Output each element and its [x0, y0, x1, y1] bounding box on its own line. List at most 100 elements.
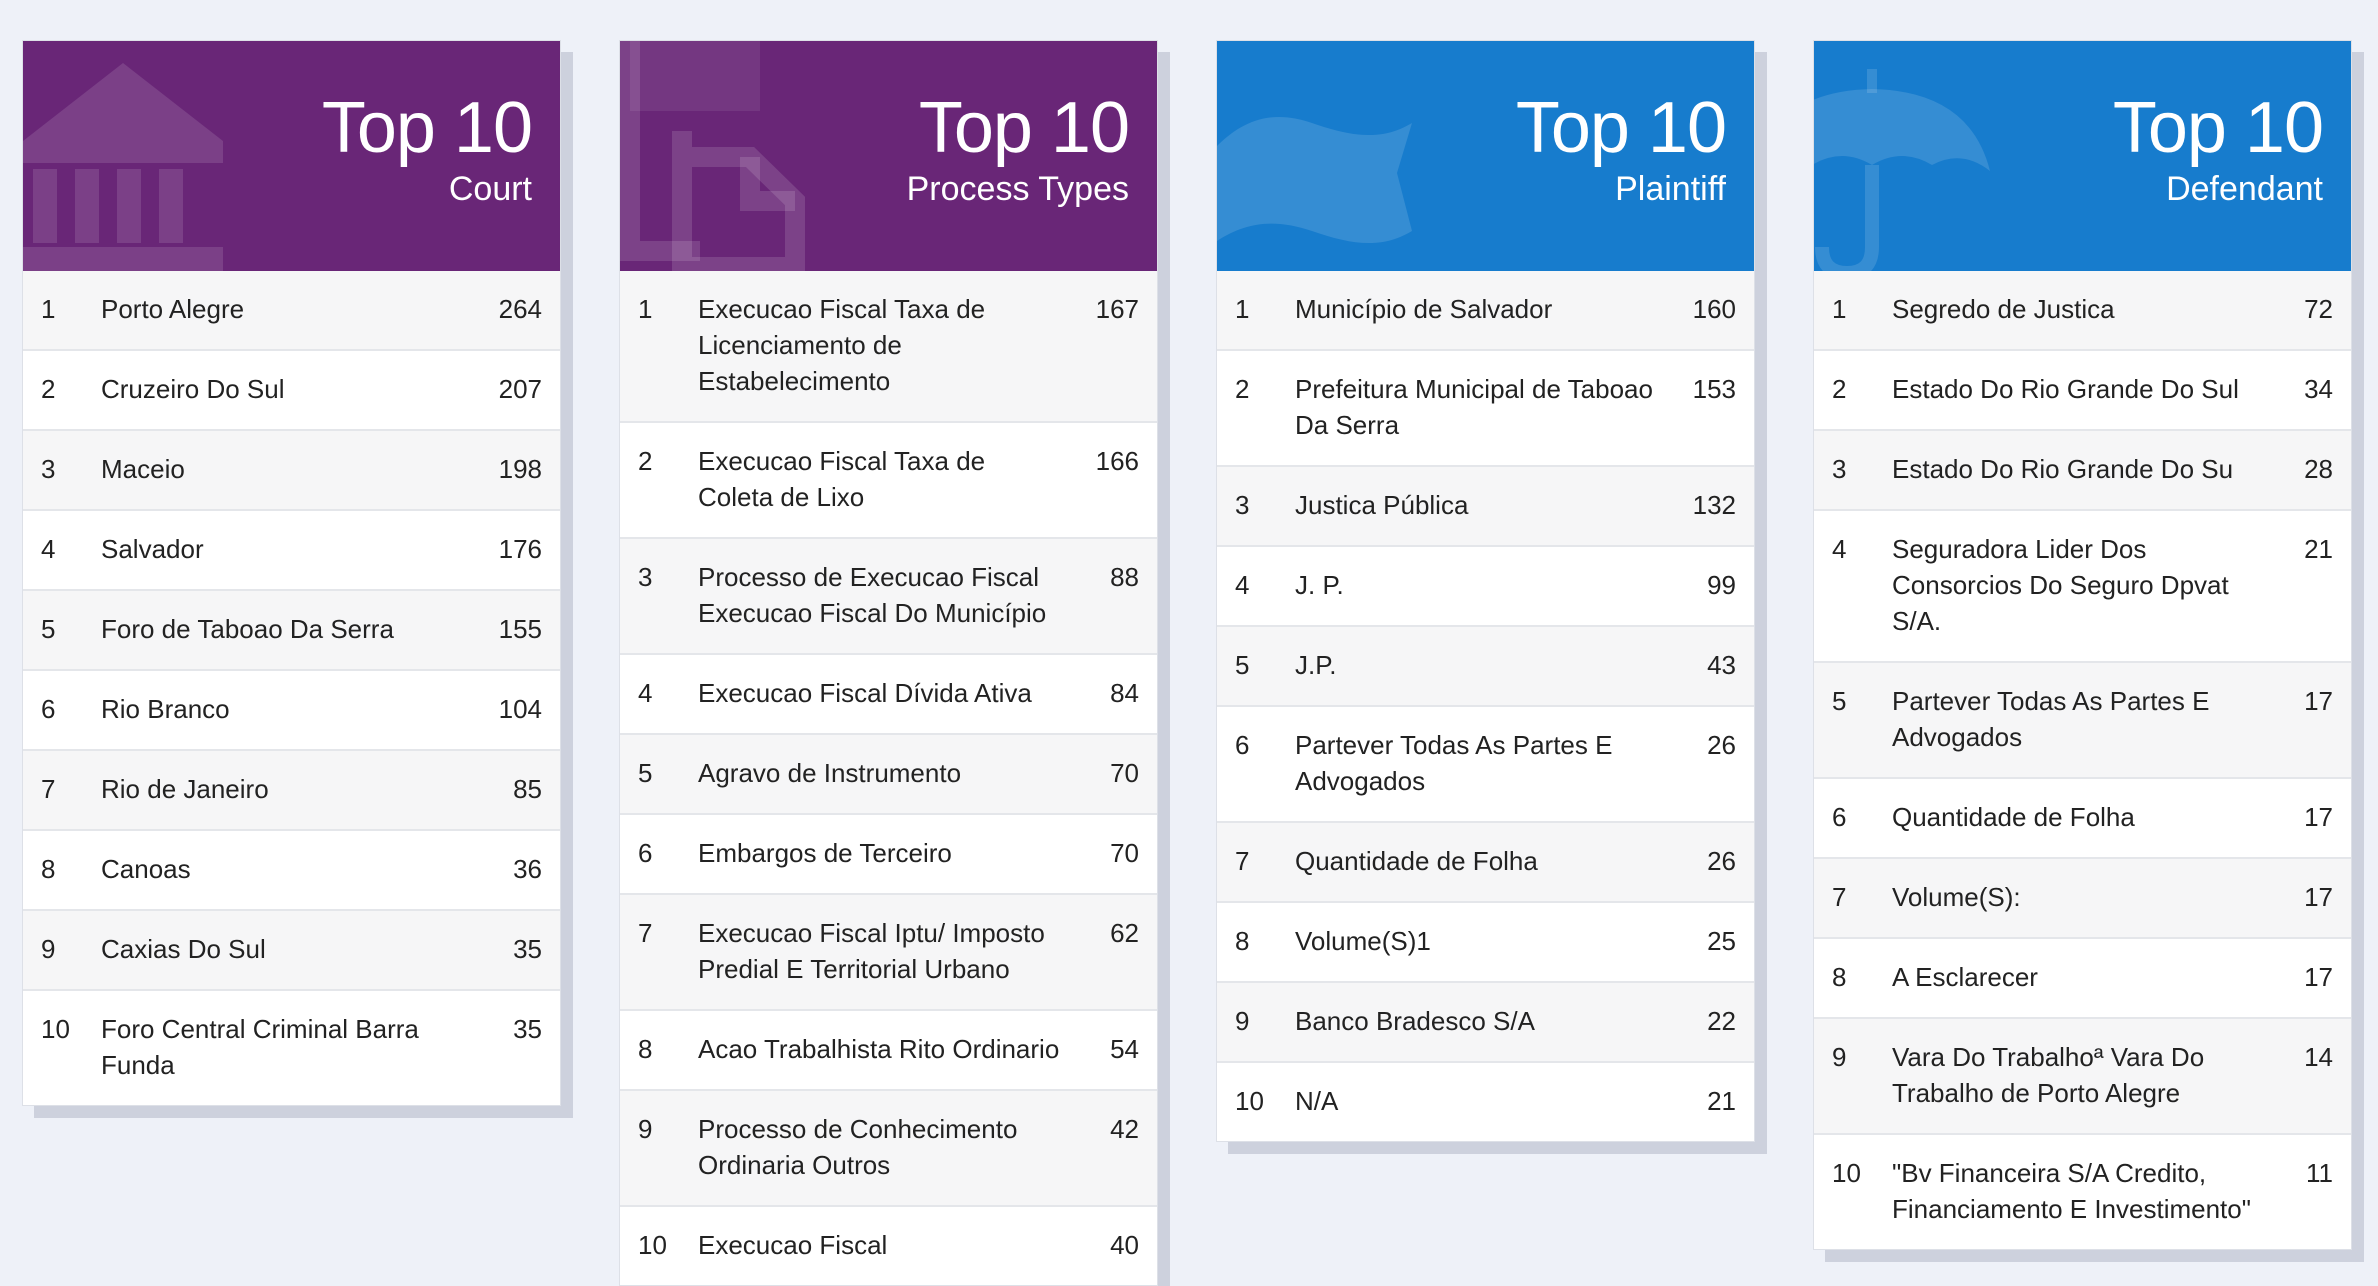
- list-item[interactable]: 9 Caxias Do Sul 35: [23, 909, 560, 989]
- list-item[interactable]: 6 Quantidade de Folha 17: [1814, 777, 2351, 857]
- list-item[interactable]: 2 Prefeitura Municipal de Taboao Da Serra…: [1217, 349, 1754, 465]
- list-item[interactable]: 10 "Bv Financeira S/A Credito, Financiame…: [1814, 1133, 2351, 1249]
- card-header: Top 10 Process Types: [620, 41, 1157, 271]
- item-name: Partever Todas As Partes E Advogados: [1295, 730, 1613, 796]
- item-name: N/A: [1295, 1086, 1339, 1116]
- item-count: 88: [1110, 562, 1139, 592]
- list-item[interactable]: 2 Execucao Fiscal Taxa de Coleta de Lixo 1…: [620, 421, 1157, 537]
- item-count: 25: [1707, 926, 1736, 956]
- list-item[interactable]: 5 J.P. 43: [1217, 625, 1754, 705]
- rank: 10: [41, 1014, 70, 1044]
- rank: 2: [41, 374, 56, 404]
- item-name: Execucao Fiscal: [698, 1230, 888, 1260]
- rank: 4: [41, 534, 56, 564]
- rank: 4: [638, 678, 653, 708]
- list-item[interactable]: 1 Município de Salvador 160: [1217, 271, 1754, 349]
- list-item[interactable]: 10 N/A 21: [1217, 1061, 1754, 1141]
- item-name: Acao Trabalhista Rito Ordinario: [698, 1034, 1060, 1064]
- list-item[interactable]: 6 Embargos de Terceiro 70: [620, 813, 1157, 893]
- item-count: 11: [2306, 1158, 2333, 1188]
- item-count: 14: [2304, 1042, 2333, 1072]
- list-item[interactable]: 9 Processo de Conhecimento Ordinaria Outr…: [620, 1089, 1157, 1205]
- list-item[interactable]: 5 Agravo de Instrumento 70: [620, 733, 1157, 813]
- rank: 7: [41, 774, 56, 804]
- item-name: Justica Pública: [1295, 490, 1469, 520]
- list-item[interactable]: 6 Partever Todas As Partes E Advogados 26: [1217, 705, 1754, 821]
- card-title: Top 10: [1515, 88, 1727, 168]
- list-item[interactable]: 8 Canoas 36: [23, 829, 560, 909]
- rank: 10: [638, 1230, 667, 1260]
- process-types-card: Top 10 Process Types 1 Execucao Fiscal Ta…: [619, 40, 1158, 1286]
- rank: 3: [1832, 454, 1847, 484]
- item-name: Vara Do Trabalhoª Vara Do Trabalho de Po…: [1892, 1042, 2205, 1108]
- list-item[interactable]: 10 Foro Central Criminal Barra Funda 35: [23, 989, 560, 1105]
- item-name: Canoas: [101, 854, 191, 884]
- rank: 6: [638, 838, 653, 868]
- rank: 4: [1832, 534, 1847, 564]
- rank: 1: [1235, 294, 1250, 324]
- rank: 8: [1832, 962, 1847, 992]
- list-item[interactable]: 9 Banco Bradesco S/A 22: [1217, 981, 1754, 1061]
- item-count: 36: [513, 854, 542, 884]
- item-name: Banco Bradesco S/A: [1295, 1006, 1535, 1036]
- item-count: 34: [2304, 374, 2333, 404]
- card-title: Top 10: [321, 88, 533, 168]
- rank: 1: [1832, 294, 1847, 324]
- list-item[interactable]: 8 Volume(S)1 25: [1217, 901, 1754, 981]
- list-item[interactable]: 4 Seguradora Lider Dos Consorcios Do Segu…: [1814, 509, 2351, 661]
- item-count: 264: [498, 294, 542, 324]
- item-name: J.P.: [1295, 650, 1337, 680]
- rank: 9: [638, 1114, 653, 1144]
- list-item[interactable]: 3 Justica Pública 132: [1217, 465, 1754, 545]
- list-item[interactable]: 1 Execucao Fiscal Taxa de Licenciamento d…: [620, 271, 1157, 421]
- rank: 2: [1832, 374, 1847, 404]
- item-name: Caxias Do Sul: [101, 934, 266, 964]
- list-item[interactable]: 7 Volume(S): 17: [1814, 857, 2351, 937]
- item-count: 21: [2304, 534, 2333, 564]
- list-item[interactable]: 7 Rio de Janeiro 85: [23, 749, 560, 829]
- item-count: 167: [1095, 294, 1139, 324]
- list-item[interactable]: 4 Salvador 176: [23, 509, 560, 589]
- list-item[interactable]: 10 Execucao Fiscal 40: [620, 1205, 1157, 1285]
- list-item[interactable]: 8 Acao Trabalhista Rito Ordinario 54: [620, 1009, 1157, 1089]
- item-name: "Bv Financeira S/A Credito, Financiament…: [1892, 1158, 2251, 1224]
- list-item[interactable]: 3 Estado Do Rio Grande Do Su 28: [1814, 429, 2351, 509]
- list-item[interactable]: 4 Execucao Fiscal Dívida Ativa 84: [620, 653, 1157, 733]
- list-item[interactable]: 5 Partever Todas As Partes E Advogados 17: [1814, 661, 2351, 777]
- list-item[interactable]: 8 A Esclarecer 17: [1814, 937, 2351, 1017]
- item-count: 17: [2304, 962, 2333, 992]
- list-item[interactable]: 9 Vara Do Trabalhoª Vara Do Trabalho de P…: [1814, 1017, 2351, 1133]
- item-count: 17: [2304, 686, 2333, 716]
- ranking-list: 1 Porto Alegre 264 2 Cruzeiro Do Sul 207 3 Ma…: [23, 271, 560, 1105]
- item-count: 72: [2304, 294, 2333, 324]
- item-name: Rio de Janeiro: [101, 774, 269, 804]
- list-item[interactable]: 4 J. P. 99: [1217, 545, 1754, 625]
- list-item[interactable]: 2 Cruzeiro Do Sul 207: [23, 349, 560, 429]
- item-count: 54: [1110, 1034, 1139, 1064]
- item-name: Execucao Fiscal Taxa de Licenciamento de…: [698, 294, 986, 396]
- list-item[interactable]: 3 Maceio 198: [23, 429, 560, 509]
- list-item[interactable]: 3 Processo de Execucao Fiscal Execucao Fi…: [620, 537, 1157, 653]
- card-subtitle: Defendant: [2166, 170, 2323, 208]
- item-name: Seguradora Lider Dos Consorcios Do Segur…: [1892, 534, 2229, 636]
- documents-icon: [620, 41, 805, 271]
- rank: 4: [1235, 570, 1250, 600]
- rank: 10: [1832, 1158, 1861, 1188]
- item-name: Execucao Fiscal Taxa de Coleta de Lixo: [698, 446, 986, 512]
- list-item[interactable]: 5 Foro de Taboao Da Serra 155: [23, 589, 560, 669]
- list-item[interactable]: 7 Quantidade de Folha 26: [1217, 821, 1754, 901]
- list-item[interactable]: 2 Estado Do Rio Grande Do Sul 34: [1814, 349, 2351, 429]
- rank: 6: [41, 694, 56, 724]
- rank: 8: [41, 854, 56, 884]
- list-item[interactable]: 6 Rio Branco 104: [23, 669, 560, 749]
- item-count: 21: [1707, 1086, 1736, 1116]
- item-name: Quantidade de Folha: [1295, 846, 1538, 876]
- item-name: Maceio: [101, 454, 185, 484]
- list-item[interactable]: 1 Segredo de Justica 72: [1814, 271, 2351, 349]
- rank: 3: [638, 562, 653, 592]
- list-item[interactable]: 1 Porto Alegre 264: [23, 271, 560, 349]
- item-count: 198: [498, 454, 542, 484]
- rank: 6: [1235, 730, 1250, 760]
- list-item[interactable]: 7 Execucao Fiscal Iptu/ Imposto Predial E…: [620, 893, 1157, 1009]
- courthouse-icon: [23, 63, 223, 271]
